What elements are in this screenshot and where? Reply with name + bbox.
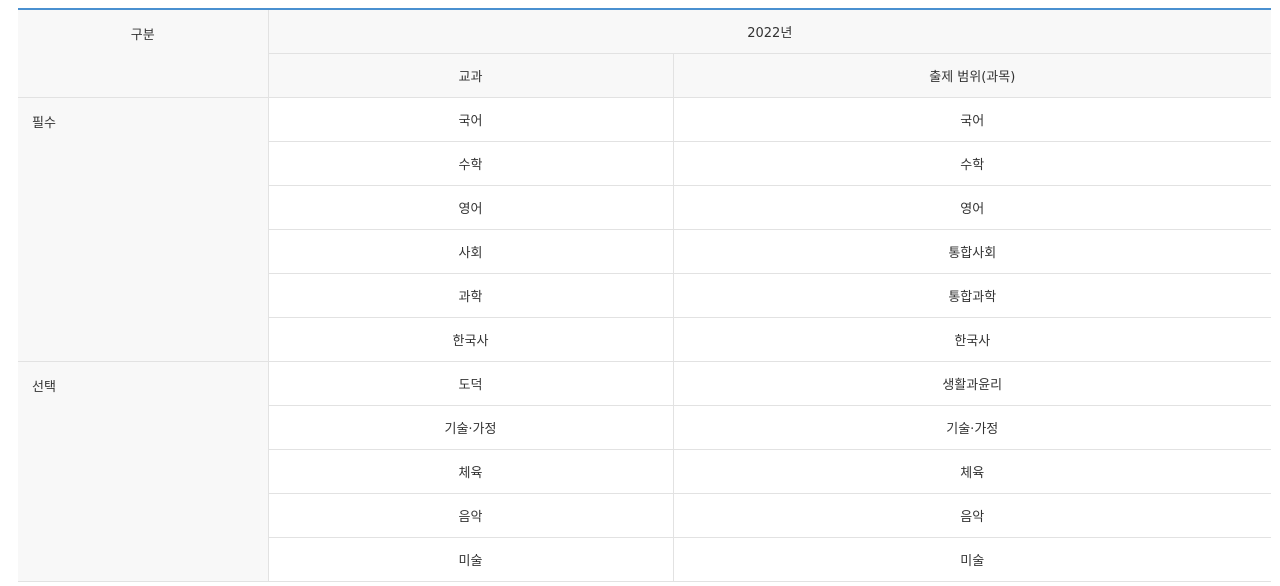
scope-cell: 한국사 — [672, 317, 1272, 362]
subject-cell: 체육 — [267, 449, 674, 494]
table-row: 선택 도덕 생활과윤리 — [18, 361, 1272, 582]
exam-scope-table: 구분 2022년 교과 출제 범위(과목) 필수 국어 국어 수학 수학 영어 … — [18, 10, 1272, 582]
subject-cell: 사회 — [267, 229, 674, 274]
scope-cell: 국어 — [672, 97, 1272, 142]
scope-cell: 체육 — [672, 449, 1272, 494]
subject-cell: 한국사 — [267, 317, 674, 362]
category-header: 구분 — [18, 10, 269, 98]
subject-header: 교과 — [267, 53, 674, 98]
scope-header: 출제 범위(과목) — [672, 53, 1272, 98]
group-label-required: 필수 — [18, 97, 269, 362]
scope-cell: 통합과학 — [672, 273, 1272, 318]
group-label-elective: 선택 — [18, 361, 269, 582]
scope-cell: 미술 — [672, 537, 1272, 582]
table-row: 필수 국어 국어 — [18, 97, 1272, 362]
subject-cell: 음악 — [267, 493, 674, 538]
scope-cell: 생활과윤리 — [672, 361, 1272, 406]
year-header: 2022년 — [267, 10, 1272, 54]
subject-cell: 국어 — [267, 97, 674, 142]
subject-cell: 기술·가정 — [267, 405, 674, 450]
exam-scope-table-container: 구분 2022년 교과 출제 범위(과목) 필수 국어 국어 수학 수학 영어 … — [18, 8, 1272, 582]
header-row-year: 구분 2022년 — [18, 10, 1272, 98]
subject-cell: 미술 — [267, 537, 674, 582]
scope-cell: 기술·가정 — [672, 405, 1272, 450]
scope-cell: 영어 — [672, 185, 1272, 230]
scope-cell: 수학 — [672, 141, 1272, 186]
subject-cell: 영어 — [267, 185, 674, 230]
scope-cell: 음악 — [672, 493, 1272, 538]
subject-cell: 과학 — [267, 273, 674, 318]
subject-cell: 도덕 — [267, 361, 674, 406]
subject-cell: 수학 — [267, 141, 674, 186]
scope-cell: 통합사회 — [672, 229, 1272, 274]
